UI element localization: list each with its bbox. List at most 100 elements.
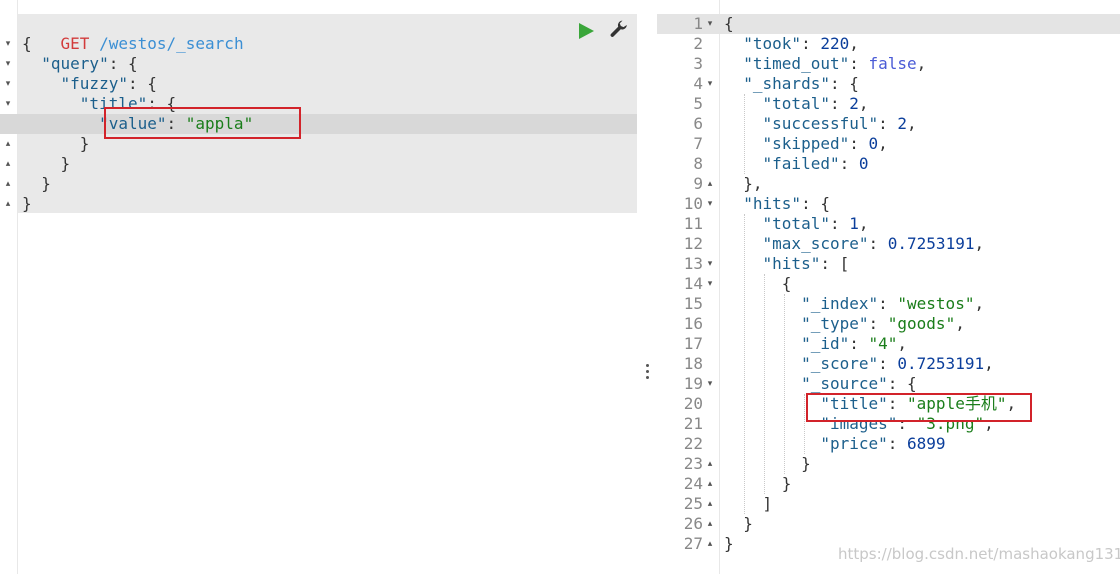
code-punct	[724, 34, 743, 53]
request-line[interactable]: GET /westos/_search	[22, 14, 244, 53]
line-number: 20	[683, 394, 703, 413]
json-key: "_score"	[801, 354, 879, 373]
line-number: 8	[693, 154, 703, 173]
json-key: "_index"	[801, 294, 879, 313]
response-code-line: "_shards": {	[724, 74, 859, 94]
line-number: 11	[683, 214, 703, 233]
json-number: 0	[858, 154, 869, 173]
request-code-line[interactable]: }	[22, 134, 90, 154]
line-number: 13	[683, 254, 703, 273]
response-code-line: "successful": 2,	[724, 114, 917, 134]
json-key: "_shards"	[743, 74, 830, 93]
code-punct: :	[829, 94, 850, 113]
request-code-line[interactable]: "query": {	[22, 54, 137, 74]
code-punct: ]	[724, 494, 773, 513]
line-number: 22	[683, 434, 703, 453]
line-number: 7	[693, 134, 703, 153]
fold-toggle-icon[interactable]: ▾	[3, 34, 13, 54]
code-punct: ,	[858, 214, 869, 233]
json-number: 220	[820, 34, 850, 53]
fold-toggle-icon[interactable]: ▴	[3, 174, 13, 194]
code-punct	[724, 74, 743, 93]
response-code-line: "_id": "4",	[724, 334, 907, 354]
code-punct: :	[868, 314, 888, 333]
code-punct	[724, 334, 801, 353]
line-number: 5	[693, 94, 703, 113]
line-number: 27	[683, 534, 703, 553]
fold-toggle-icon[interactable]: ▴	[704, 514, 716, 534]
response-code-line: "took": 220,	[724, 34, 859, 54]
code-punct: }	[724, 454, 811, 473]
json-key: "_type"	[801, 314, 869, 333]
fold-toggle-icon[interactable]: ▴	[704, 494, 716, 514]
line-number: 23	[683, 454, 703, 473]
request-editor[interactable]: GET /westos/_search { "query": { "fuzzy"…	[0, 0, 637, 574]
wrench-icon[interactable]	[608, 19, 630, 41]
response-code-line: "skipped": 0,	[724, 134, 888, 154]
annotation-box-source-title	[806, 393, 1032, 422]
fold-toggle-icon[interactable]: ▴	[3, 134, 13, 154]
fold-toggle-icon[interactable]: ▴	[704, 454, 716, 474]
response-code-line: ]	[724, 494, 773, 514]
fold-toggle-icon[interactable]: ▾	[704, 254, 716, 274]
json-key: "successful"	[762, 114, 879, 133]
code-punct: }	[79, 134, 90, 153]
http-method: GET	[60, 34, 90, 53]
fold-toggle-icon[interactable]: ▾	[3, 54, 13, 74]
response-code-line: "max_score": 0.7253191,	[724, 234, 985, 254]
line-number: 16	[683, 314, 703, 333]
fold-toggle-icon[interactable]: ▴	[704, 474, 716, 494]
fold-toggle-icon[interactable]: ▴	[704, 534, 716, 554]
code-punct	[724, 54, 743, 73]
resize-handle-icon[interactable]	[646, 364, 650, 382]
line-number: 14	[683, 274, 703, 293]
line-number: 17	[683, 334, 703, 353]
fold-toggle-icon[interactable]: ▾	[704, 374, 716, 394]
play-icon[interactable]	[577, 21, 595, 41]
code-punct	[724, 194, 743, 213]
code-punct: ,	[916, 54, 927, 73]
code-punct: ,	[897, 334, 908, 353]
json-boolean: false	[868, 54, 917, 73]
fold-toggle-icon[interactable]: ▴	[3, 194, 13, 214]
fold-toggle-icon[interactable]: ▾	[704, 194, 716, 214]
json-key: "took"	[743, 34, 802, 53]
request-code-line[interactable]: }	[22, 194, 32, 214]
fold-toggle-icon[interactable]: ▾	[704, 74, 716, 94]
code-punct: }	[724, 514, 753, 533]
request-code-line[interactable]: "fuzzy": {	[22, 74, 157, 94]
fold-toggle-icon[interactable]: ▴	[704, 174, 716, 194]
json-key: "fuzzy"	[60, 74, 128, 93]
code-punct: : {	[887, 374, 917, 393]
json-key: "skipped"	[762, 134, 850, 153]
code-punct	[724, 434, 820, 453]
json-key: "timed_out"	[743, 54, 850, 73]
request-code-line[interactable]: }	[22, 174, 51, 194]
response-code-line: }	[724, 514, 753, 534]
json-number: 1	[849, 214, 859, 233]
request-code-line[interactable]: {	[22, 34, 32, 54]
fold-toggle-icon[interactable]: ▾	[3, 94, 13, 114]
response-code-line: "total": 2,	[724, 94, 869, 114]
indent-guide	[744, 94, 745, 174]
request-code-line[interactable]: }	[22, 154, 71, 174]
pane-divider[interactable]	[637, 0, 657, 574]
code-punct: ,	[858, 94, 869, 113]
fold-toggle-icon[interactable]: ▾	[704, 14, 716, 34]
line-number: 24	[683, 474, 703, 493]
json-key: "hits"	[743, 194, 802, 213]
line-number: 19	[683, 374, 703, 393]
indent-guide	[764, 274, 765, 494]
fold-toggle-icon[interactable]: ▾	[704, 274, 716, 294]
response-code-line: }	[724, 454, 811, 474]
line-number: 3	[693, 54, 703, 73]
code-punct: :	[887, 434, 908, 453]
fold-toggle-icon[interactable]: ▴	[3, 154, 13, 174]
json-key: "failed"	[762, 154, 840, 173]
code-punct: ,	[907, 114, 917, 133]
fold-toggle-icon[interactable]: ▾	[3, 74, 13, 94]
